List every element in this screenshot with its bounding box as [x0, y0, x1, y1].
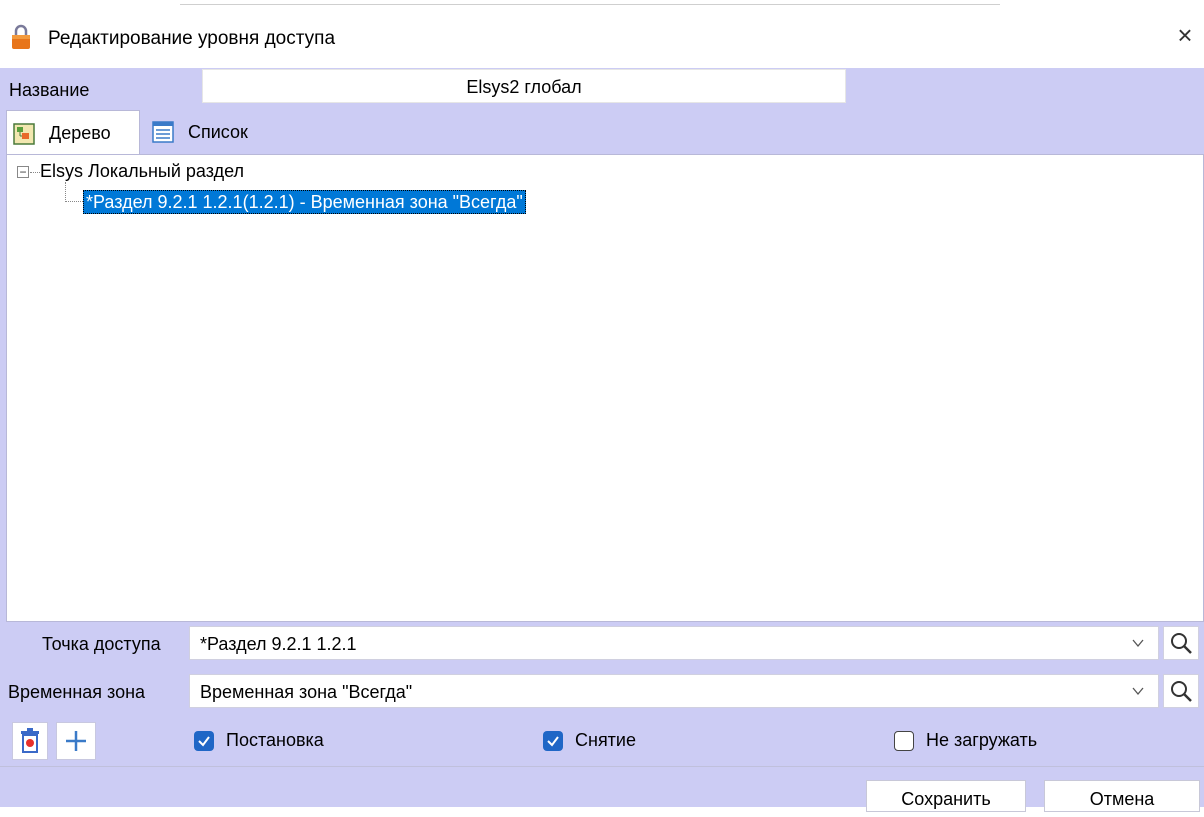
- access-point-select[interactable]: *Раздел 9.2.1 1.2.1: [189, 626, 1159, 660]
- list-tab-icon: [152, 121, 174, 143]
- time-zone-value: Временная зона "Всегда": [200, 682, 413, 702]
- tab-tree-label: Дерево: [49, 123, 111, 143]
- checkbox-disarming[interactable]: Снятие: [543, 730, 636, 751]
- title-bar: Редактирование уровня доступа ×: [0, 0, 1204, 68]
- trash-icon: [21, 728, 39, 753]
- time-zone-search-button[interactable]: [1163, 674, 1199, 708]
- close-button[interactable]: ×: [1170, 20, 1200, 50]
- tree-child-node-selected[interactable]: *Раздел 9.2.1 1.2.1(1.2.1) - Временная з…: [83, 190, 526, 214]
- access-point-label: Точка доступа: [42, 634, 161, 654]
- tree-connector: [65, 182, 66, 202]
- chevron-down-icon: [1132, 639, 1144, 648]
- tree-connector: [30, 172, 40, 173]
- top-border-line: [180, 4, 1000, 5]
- search-icon: [1171, 681, 1192, 702]
- cancel-button[interactable]: Отмена: [1044, 780, 1200, 812]
- chevron-down-icon: [1132, 687, 1144, 696]
- time-zone-select[interactable]: Временная зона "Всегда": [189, 674, 1159, 708]
- tree-connector: [65, 201, 83, 202]
- search-icon: [1171, 633, 1192, 654]
- checkbox-arming-label: Постановка: [226, 730, 324, 750]
- save-button[interactable]: Сохранить: [866, 780, 1026, 812]
- delete-button[interactable]: [12, 722, 48, 760]
- time-zone-label: Временная зона: [8, 682, 146, 702]
- access-point-value: *Раздел 9.2.1 1.2.1: [200, 634, 357, 654]
- tab-tree[interactable]: Дерево: [6, 110, 140, 156]
- lock-icon: [12, 24, 30, 49]
- checkbox-do-not-load[interactable]: Не загружать: [894, 730, 1037, 751]
- tree-tab-icon: [13, 122, 35, 145]
- tree-view[interactable]: [6, 154, 1204, 622]
- checkbox-unchecked-icon: [894, 730, 914, 751]
- checkbox-checked-icon: [543, 730, 563, 751]
- collapse-toggle-icon[interactable]: −: [17, 166, 29, 178]
- checkbox-arming[interactable]: Постановка: [194, 730, 324, 751]
- add-button[interactable]: [56, 722, 96, 760]
- checkbox-disarming-label: Снятие: [575, 730, 636, 750]
- checkbox-checked-icon: [194, 730, 214, 751]
- tab-list[interactable]: Список: [146, 110, 264, 154]
- name-label: Название: [9, 80, 90, 100]
- tree-root-node[interactable]: Elsys Локальный раздел: [40, 161, 244, 182]
- checkbox-do-not-load-label: Не загружать: [926, 730, 1038, 750]
- window-title: Редактирование уровня доступа: [48, 28, 336, 49]
- tab-list-label: Список: [188, 121, 248, 142]
- plus-icon: [66, 731, 86, 751]
- access-point-search-button[interactable]: [1163, 626, 1199, 660]
- name-input[interactable]: Elsys2 глобал: [202, 69, 846, 103]
